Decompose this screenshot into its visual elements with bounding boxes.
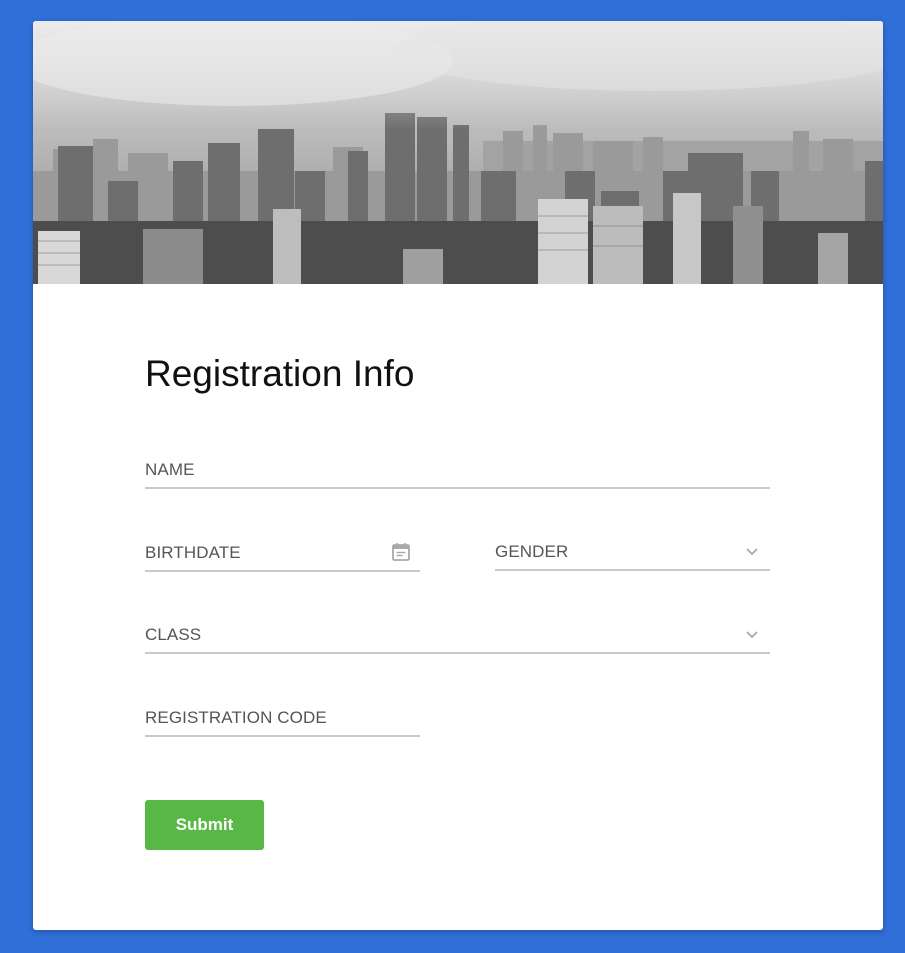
chevron-down-icon[interactable]: [742, 624, 764, 646]
registration-card: Registration Info NAME BIRTHDATE GENDER …: [33, 21, 883, 930]
name-label: NAME: [145, 460, 195, 479]
submit-button[interactable]: Submit: [145, 800, 264, 850]
birthdate-field[interactable]: BIRTHDATE: [145, 536, 420, 572]
registration-code-field[interactable]: REGISTRATION CODE: [145, 701, 420, 737]
chevron-down-icon[interactable]: [742, 541, 764, 563]
name-field[interactable]: NAME: [145, 453, 770, 489]
class-label: CLASS: [145, 625, 202, 644]
city-skyline-photo: [33, 21, 883, 284]
registration-code-label: REGISTRATION CODE: [145, 708, 327, 727]
birthdate-label: BIRTHDATE: [145, 543, 241, 562]
gender-label: GENDER: [495, 542, 569, 561]
calendar-icon[interactable]: [390, 541, 412, 563]
class-select[interactable]: CLASS: [145, 618, 770, 654]
gender-select[interactable]: GENDER: [495, 535, 770, 571]
form-title: Registration Info: [145, 353, 415, 394]
